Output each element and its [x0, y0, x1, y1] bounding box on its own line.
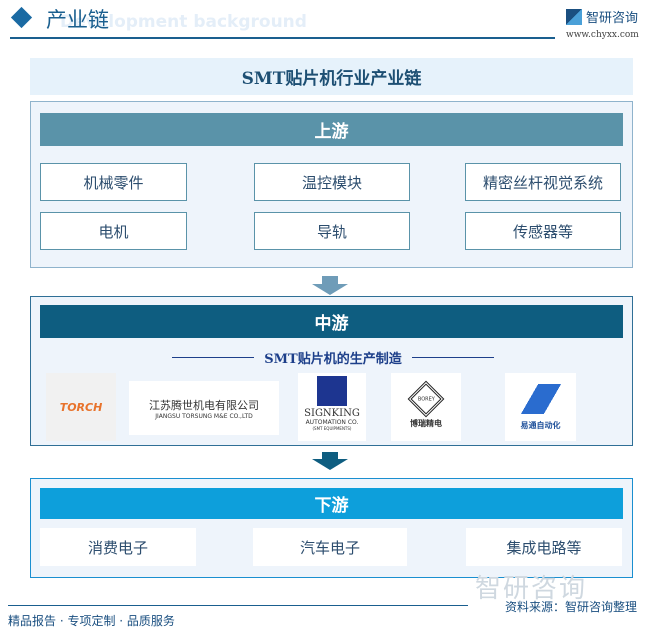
upstream-item: 传感器等: [465, 212, 621, 250]
header-divider: [10, 37, 555, 39]
upstream-header: 上游: [40, 113, 623, 146]
brand-url: www.chyxx.com: [566, 30, 639, 40]
subtitle-text: SMT贴片机的生产制造: [264, 352, 402, 367]
downstream-item: 消费电子: [40, 528, 196, 566]
upstream-item: 导轨: [254, 212, 410, 250]
diagram-title: SMT贴片机行业产业链: [30, 58, 633, 95]
arrow-down-icon: [322, 452, 338, 459]
yitong-mark: [520, 383, 561, 414]
downstream-item: 集成电路等: [466, 528, 622, 566]
footer-divider: [8, 605, 468, 606]
upstream-item: 机械零件: [40, 163, 187, 201]
logo-borey: BOREY 博瑞精电: [391, 373, 461, 441]
midstream-header: 中游: [40, 305, 623, 338]
upstream-item: 温控模块: [254, 163, 410, 201]
downstream-item: 汽车电子: [253, 528, 407, 566]
signking-mark: [317, 376, 347, 406]
logo-torch: TORCH: [46, 373, 116, 441]
brand-icon: [566, 8, 582, 25]
diamond-icon: [10, 6, 33, 29]
source-note: 资料来源：智研咨询整理: [505, 600, 638, 614]
brand-name: 智研咨询: [586, 11, 639, 26]
upstream-item: 电机: [40, 212, 187, 250]
downstream-header: 下游: [40, 488, 623, 519]
arrow-down-icon: [322, 276, 338, 284]
logo-yitong: 易通自动化: [505, 373, 576, 441]
upstream-item: 精密丝杆视觉系统: [465, 163, 621, 201]
arrow-down-icon: [312, 459, 348, 470]
brand-logo: 智研咨询: [566, 7, 638, 26]
page-title: 产业链: [46, 8, 109, 32]
logo-signking: SIGNKING AUTOMATION CO. (SMT EQUIPMENTS): [298, 373, 366, 441]
arrow-down-icon: [312, 284, 348, 295]
footer-slogan: 精品报告 · 专项定制 · 品质服务: [8, 614, 175, 628]
midstream-subtitle: SMT贴片机的生产制造: [172, 348, 495, 367]
logo-torsung: 江苏腾世机电有限公司 JIANGSU TORSUNG M&E CO.,LTD: [129, 381, 279, 435]
borey-mark: BOREY: [407, 380, 445, 417]
